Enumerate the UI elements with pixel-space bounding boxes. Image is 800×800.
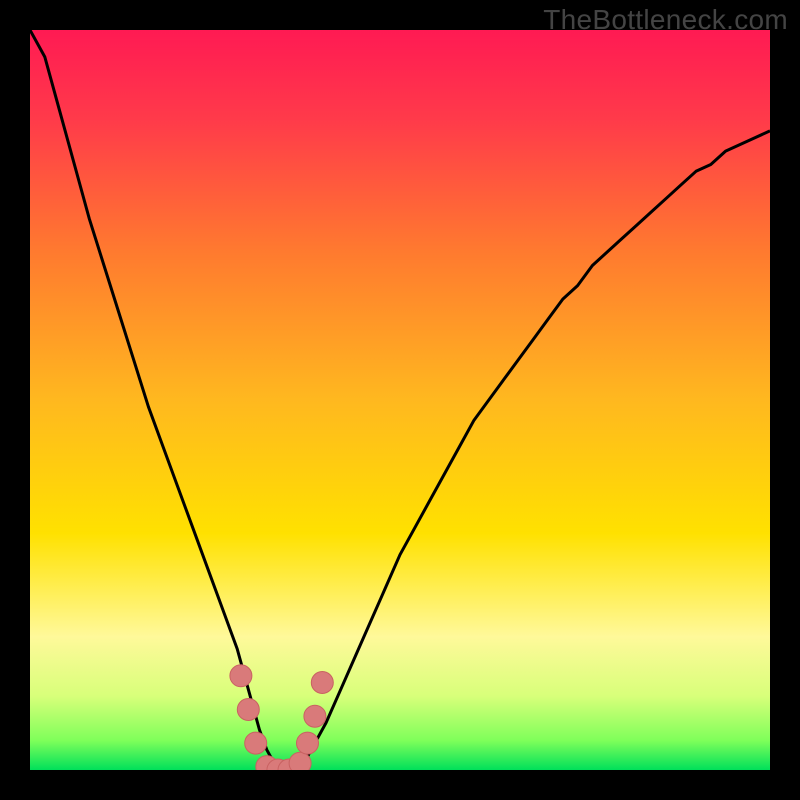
data-marker bbox=[311, 672, 333, 694]
data-marker bbox=[237, 699, 259, 721]
data-marker bbox=[245, 732, 267, 754]
data-marker bbox=[230, 665, 252, 687]
chart-overlay bbox=[30, 30, 770, 770]
curve-group bbox=[30, 30, 770, 770]
marker-group bbox=[230, 665, 333, 770]
data-marker bbox=[304, 705, 326, 727]
data-marker bbox=[297, 732, 319, 754]
chart-frame: TheBottleneck.com bbox=[0, 0, 800, 800]
bottleneck-curve bbox=[30, 30, 770, 770]
data-marker bbox=[289, 752, 311, 770]
plot-area bbox=[30, 30, 770, 770]
